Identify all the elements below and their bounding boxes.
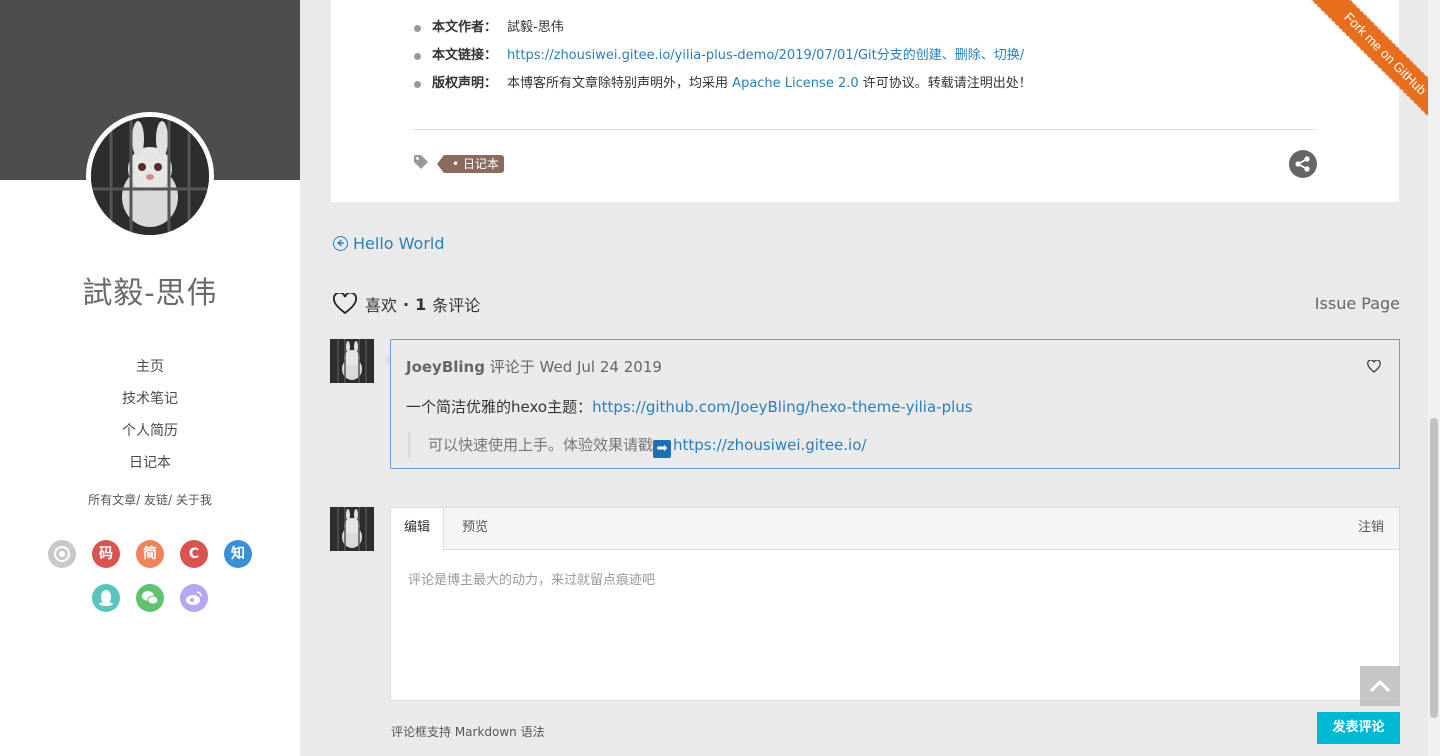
comment-text: 一个简洁优雅的hexo主题：: [406, 398, 593, 416]
author-avatar[interactable]: [86, 112, 214, 240]
comment-header: JoeyBling 评论于 Wed Jul 24 2019: [406, 356, 662, 377]
subnav-separator: /: [168, 493, 173, 507]
post-permalink[interactable]: https://zhousiwei.gitee.io/yilia-plus-de…: [507, 48, 1024, 63]
scrollbar-thumb[interactable]: [1430, 418, 1438, 718]
link-label: 本文链接：: [432, 48, 498, 63]
article-footer-card: 本文作者： 試毅-思伟 本文链接： https://zhousiwei.gitee.…: [331, 0, 1399, 202]
prev-post-title: Hello World: [353, 234, 445, 253]
chevron-up-icon: [1369, 679, 1391, 693]
author-value: 試毅-思伟: [507, 20, 564, 35]
arrow-left-circle-icon: [333, 236, 348, 251]
subnav-all-posts[interactable]: 所有文章: [88, 491, 136, 508]
author-name[interactable]: 試毅-思伟: [0, 268, 300, 312]
license-post-text: 许可协议。转载请注明出处！: [862, 76, 1032, 91]
license-pre-text: 本博客所有文章除特别声明外，均采用: [507, 76, 729, 91]
submit-comment-button[interactable]: 发表评论: [1317, 712, 1400, 744]
page-scrollbar[interactable]: [1428, 0, 1440, 756]
main-nav: 主页 技术笔记 个人简历 日记本: [0, 356, 300, 484]
wechat-icon[interactable]: [136, 584, 164, 612]
subnav-about-me[interactable]: 关于我: [176, 491, 212, 508]
prev-post-link[interactable]: Hello World: [333, 234, 445, 253]
github-ribbon-wrap: Fork me on GitHub: [1290, 0, 1440, 150]
jianshu-icon[interactable]: 简: [136, 540, 164, 568]
subnav-friend-links[interactable]: 友链: [144, 491, 168, 508]
csdn-icon[interactable]: C: [180, 540, 208, 568]
like-label[interactable]: 喜欢: [365, 292, 397, 316]
markdown-tip: 评论框支持 Markdown 语法: [391, 725, 545, 739]
comment-meta: 评论于 Wed Jul 24 2019: [489, 358, 662, 376]
fork-me-ribbon[interactable]: Fork me on GitHub: [1300, 0, 1440, 139]
comment-quote: 可以快速使用上手。体验效果请戳 ➡ https://zhousiwei.gitee.…: [408, 432, 866, 458]
comments-header: 喜欢 · 1 条评论: [333, 292, 480, 316]
divider: [413, 129, 1317, 130]
tag-diary[interactable]: • 日记本: [437, 155, 504, 173]
separator-dot: ·: [403, 294, 410, 314]
license-link[interactable]: Apache License 2.0: [732, 76, 858, 91]
author-label: 本文作者：: [432, 20, 498, 35]
comment-like-icon[interactable]: [1367, 360, 1381, 373]
tag-icon: [414, 155, 428, 169]
commenter-avatar[interactable]: [330, 339, 374, 383]
tag-label: 日记本: [462, 157, 499, 171]
issue-page-link[interactable]: Issue Page: [1315, 294, 1400, 313]
tab-preview[interactable]: 预览: [449, 508, 501, 550]
copyright-info: 本文作者： 試毅-思伟 本文链接： https://zhousiwei.gitee.…: [414, 17, 1032, 101]
heart-icon[interactable]: [333, 293, 357, 315]
comment-link[interactable]: https://github.com/JoeyBling/hexo-theme-…: [592, 398, 973, 416]
quote-link[interactable]: https://zhousiwei.gitee.io/: [673, 436, 866, 454]
nav-item-resume[interactable]: 个人简历: [0, 420, 300, 452]
subnav-separator: /: [136, 493, 141, 507]
quote-text: 可以快速使用上手。体验效果请戳: [428, 436, 654, 454]
nav-item-tech-notes[interactable]: 技术笔记: [0, 388, 300, 420]
comment-input[interactable]: [391, 551, 1399, 700]
comment-editor: 编辑 预览 注销: [390, 507, 1400, 701]
editor-tabs: 编辑 预览 注销: [391, 508, 1399, 551]
sub-nav: 所有文章/ 友链/ 关于我: [0, 491, 300, 508]
arrow-right-icon: ➡: [653, 440, 672, 458]
comment-item: JoeyBling 评论于 Wed Jul 24 2019 一个简洁优雅的hex…: [384, 339, 1400, 469]
copyright-link: 本文链接： https://zhousiwei.gitee.io/yilia-pl…: [414, 45, 1032, 73]
nav-item-diary[interactable]: 日记本: [0, 452, 300, 484]
social-links: 码简C知: [40, 540, 260, 628]
sidebar: 試毅-思伟 主页 技术笔记 个人简历 日记本 所有文章/ 友链/ 关于我 码简C…: [0, 0, 300, 756]
current-user-avatar[interactable]: [330, 507, 374, 551]
license-label: 版权声明：: [432, 76, 498, 91]
copyright-license: 版权声明： 本博客所有文章除特别声明外，均采用 Apache License 2.…: [414, 73, 1032, 101]
tab-edit[interactable]: 编辑: [391, 508, 445, 551]
comment-author[interactable]: JoeyBling: [406, 358, 485, 376]
comment-count-label: 条评论: [432, 296, 481, 315]
qq-icon[interactable]: [92, 584, 120, 612]
back-to-top-button[interactable]: [1360, 666, 1400, 706]
github-icon[interactable]: [48, 540, 76, 568]
rabbit-avatar-image: [91, 117, 209, 235]
gitee-icon[interactable]: 码: [92, 540, 120, 568]
comment-body: 一个简洁优雅的hexo主题：https://github.com/JoeyBli…: [406, 396, 973, 417]
nav-item-home[interactable]: 主页: [0, 356, 300, 388]
weibo-icon[interactable]: [180, 584, 208, 612]
copyright-author: 本文作者： 試毅-思伟: [414, 17, 1032, 45]
comment-count: 1: [415, 294, 427, 314]
share-icon[interactable]: [1289, 150, 1317, 178]
logout-button[interactable]: 注销: [1358, 508, 1384, 548]
zhihu-icon[interactable]: 知: [224, 540, 252, 568]
